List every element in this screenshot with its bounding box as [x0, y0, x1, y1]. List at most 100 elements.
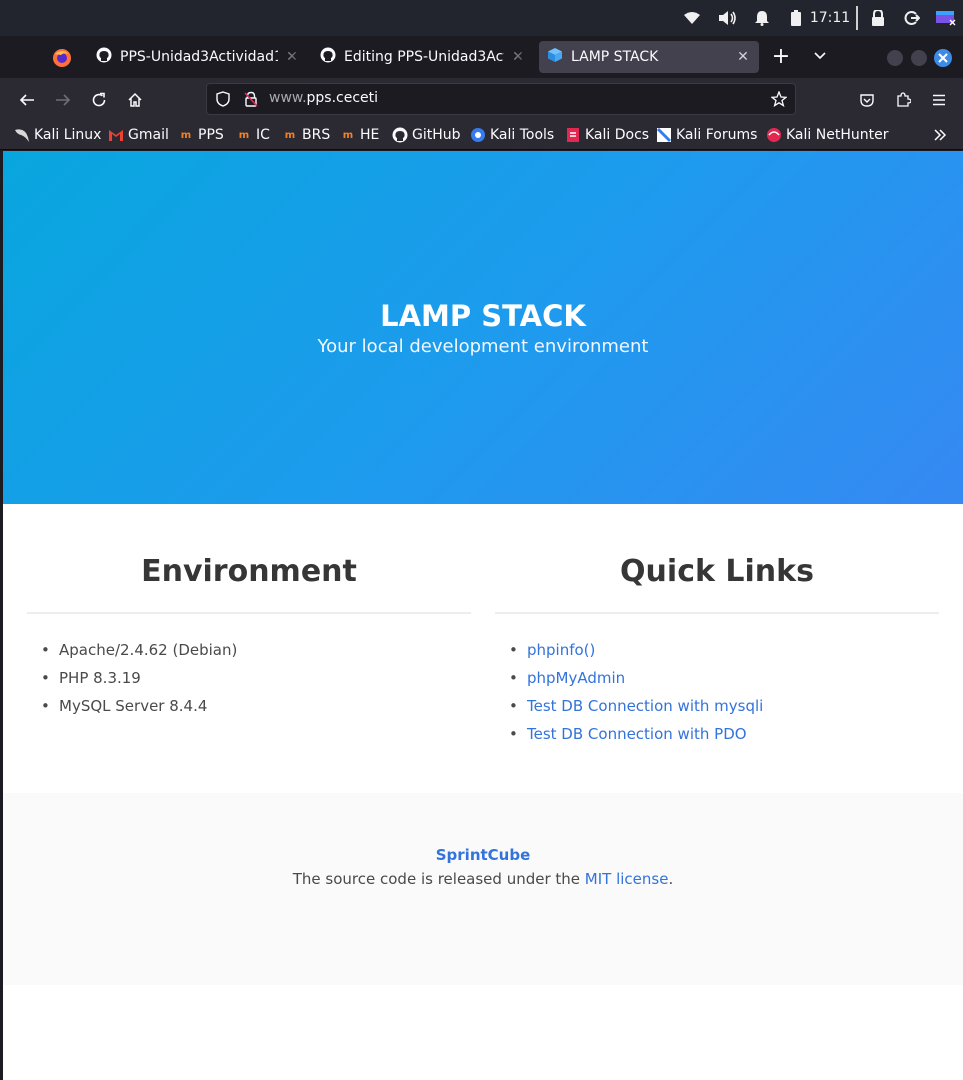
bookmark-kali-linux[interactable]: Kali Linux — [14, 125, 101, 145]
close-icon[interactable]: ✕ — [735, 49, 751, 65]
url-prefix: www. — [269, 90, 307, 106]
bookmark-label: Kali Forums — [676, 127, 758, 143]
bookmark-github[interactable]: GitHub — [392, 125, 461, 145]
bookmark-label: BRS — [302, 127, 331, 143]
url-text[interactable]: www.pps.ceceti — [269, 90, 378, 106]
test-mysqli-link[interactable]: Test DB Connection with mysqli — [527, 697, 763, 715]
tab-github-editing[interactable]: Editing PPS-Unidad3Activ ✕ — [312, 41, 534, 73]
list-item: • PHP 8.3.19 — [41, 669, 141, 687]
bookmark-label: IC — [256, 127, 270, 143]
chevron-down-icon[interactable] — [812, 47, 832, 67]
moodle-icon: m — [342, 129, 354, 141]
tab-label: Editing PPS-Unidad3Activ — [344, 49, 504, 65]
bookmark-label: Kali Linux — [34, 127, 102, 143]
forward-button[interactable] — [49, 86, 77, 114]
list-item: • phpMyAdmin — [509, 669, 626, 687]
test-pdo-link[interactable]: Test DB Connection with PDO — [527, 725, 747, 743]
pocket-icon[interactable] — [853, 86, 881, 114]
logout-icon[interactable] — [902, 8, 922, 28]
bookmark-label: Kali Tools — [490, 127, 555, 143]
list-item: • MySQL Server 8.4.4 — [41, 697, 208, 715]
bookmark-label: GitHub — [412, 127, 461, 143]
kali-docs-icon — [565, 127, 581, 143]
system-clock: 17:11 — [809, 10, 851, 26]
tab-label: LAMP STACK — [571, 49, 659, 65]
list-item: • Test DB Connection with mysqli — [509, 697, 764, 715]
phpinfo-link[interactable]: phpinfo() — [527, 641, 595, 659]
list-item: • Apache/2.4.62 (Debian) — [41, 641, 238, 659]
kali-dragon-icon — [14, 127, 30, 143]
bookmark-gmail[interactable]: Gmail — [108, 125, 169, 145]
lock-icon[interactable] — [868, 8, 888, 28]
divider — [27, 612, 471, 614]
separator — [856, 6, 858, 30]
url-bar[interactable]: www.pps.ceceti — [206, 83, 796, 115]
hero-subtitle: Your local development environment — [317, 336, 649, 357]
shield-icon[interactable] — [215, 91, 231, 111]
bookmark-ic[interactable]: m IC — [236, 125, 270, 145]
phpmyadmin-link[interactable]: phpMyAdmin — [527, 669, 625, 687]
footer-license-text: The source code is released under the MI… — [292, 870, 674, 888]
list-item: • phpinfo() — [509, 641, 596, 659]
url-domain: pps.ceceti — [306, 90, 379, 106]
menu-icon[interactable] — [925, 86, 953, 114]
wifi-icon[interactable] — [682, 8, 702, 28]
bookmark-label: Kali NetHunter — [786, 127, 889, 143]
browser-tab-strip: PPS-Unidad3Actividad12- ✕ Editing PPS-Un… — [0, 36, 963, 78]
bookmark-label: Kali Docs — [585, 127, 650, 143]
volume-icon[interactable] — [716, 8, 738, 28]
bookmark-he[interactable]: m HE — [340, 125, 380, 145]
bookmark-kali-forums[interactable]: Kali Forums — [656, 125, 757, 145]
bookmarks-toolbar: Kali Linux Gmail m PPS m IC m BRS m HE G… — [0, 120, 963, 150]
moodle-icon: m — [180, 129, 192, 141]
system-top-bar: 17:11 — [0, 0, 963, 36]
bookmark-label: PPS — [198, 127, 224, 143]
bookmark-kali-nethunter[interactable]: Kali NetHunter — [766, 125, 888, 145]
notification-bell-icon[interactable] — [752, 8, 772, 28]
mit-license-link[interactable]: MIT license — [585, 870, 669, 888]
bookmark-star-icon[interactable] — [770, 90, 788, 111]
moodle-icon: m — [284, 129, 296, 141]
bookmark-brs[interactable]: m BRS — [282, 125, 330, 145]
bookmark-pps[interactable]: m PPS — [178, 125, 224, 145]
quick-links-heading: Quick Links — [620, 554, 814, 589]
github-icon — [320, 47, 336, 67]
home-button[interactable] — [121, 86, 149, 114]
close-icon[interactable]: ✕ — [284, 49, 300, 65]
new-tab-button[interactable]: + — [770, 46, 792, 69]
nethunter-icon — [766, 127, 782, 143]
footer-brand-link[interactable]: SprintCube — [3, 846, 963, 864]
environment-heading: Environment — [141, 554, 357, 589]
bookmark-kali-tools[interactable]: Kali Tools — [470, 125, 554, 145]
kali-tools-icon — [470, 127, 486, 143]
back-button[interactable] — [13, 86, 41, 114]
web-page: LAMP STACK Your local development enviro… — [3, 151, 963, 1080]
screen-icon[interactable] — [934, 8, 958, 28]
tab-lamp-stack[interactable]: LAMP STACK ✕ — [539, 41, 759, 73]
battery-icon[interactable] — [788, 8, 804, 28]
maximize-button[interactable] — [911, 50, 927, 66]
github-icon — [96, 47, 112, 67]
hero-banner: LAMP STACK Your local development enviro… — [3, 151, 963, 504]
environment-list: • Apache/2.4.62 (Debian) • PHP 8.3.19 • MyS… — [41, 639, 238, 723]
cube-icon — [547, 47, 563, 67]
chevron-double-right-icon[interactable] — [932, 127, 950, 143]
quick-links-list: • phpinfo() • phpMyAdmin • Test DB Connecti… — [509, 639, 764, 751]
window-close-button[interactable] — [934, 49, 952, 67]
bookmark-label: Gmail — [128, 127, 169, 143]
page-footer: SprintCube The source code is released u… — [3, 793, 963, 985]
tab-label: PPS-Unidad3Actividad12- — [120, 49, 278, 65]
minimize-button[interactable] — [887, 50, 903, 66]
list-item: • Test DB Connection with PDO — [509, 725, 747, 743]
close-icon[interactable]: ✕ — [510, 49, 526, 65]
extensions-icon[interactable] — [889, 86, 917, 114]
reload-button[interactable] — [85, 86, 113, 114]
bookmark-label: HE — [360, 127, 380, 143]
navigation-toolbar: www.pps.ceceti — [0, 78, 963, 120]
divider — [495, 612, 939, 614]
hero-title: LAMP STACK — [380, 299, 586, 333]
insecure-lock-icon[interactable] — [243, 91, 259, 111]
tab-github-actividad[interactable]: PPS-Unidad3Actividad12- ✕ — [88, 41, 308, 73]
firefox-icon[interactable] — [52, 48, 72, 68]
bookmark-kali-docs[interactable]: Kali Docs — [565, 125, 649, 145]
